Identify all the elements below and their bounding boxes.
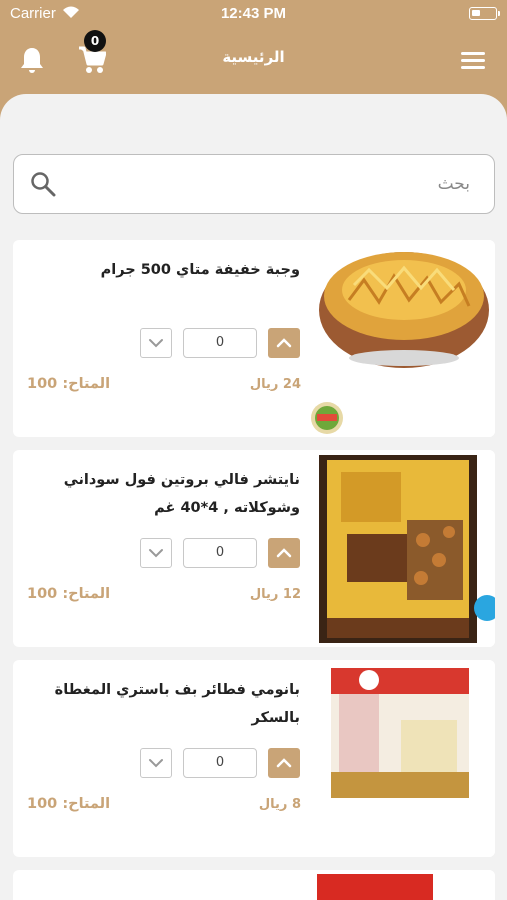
- increase-quantity-button[interactable]: [268, 538, 300, 568]
- stock-value: 100: [27, 376, 58, 392]
- stock-value: 100: [27, 586, 58, 602]
- chevron-up-icon: [276, 338, 292, 348]
- search-input[interactable]: [70, 155, 470, 212]
- product-image[interactable]: [309, 240, 495, 437]
- product-title[interactable]: وجبة خفيفة متاي 500 جرام: [33, 256, 300, 284]
- clock: 12:43 PM: [220, 5, 287, 22]
- product-card[interactable]: وجبة خفيفة متاي 500 جرام 0 24 ريال المتا…: [13, 240, 495, 437]
- quantity-field[interactable]: 0: [183, 538, 257, 568]
- product-image[interactable]: [309, 870, 495, 900]
- stock-label: المتاح:: [62, 376, 111, 392]
- page-title: الرئيسية: [222, 48, 285, 66]
- increase-quantity-button[interactable]: [268, 748, 300, 778]
- main-content: وجبة خفيفة متاي 500 جرام 0 24 ريال المتا…: [0, 94, 507, 900]
- search-bar[interactable]: [13, 154, 495, 214]
- stock-availability: المتاح: 100: [27, 796, 127, 812]
- stock-label: المتاح:: [62, 796, 111, 812]
- nav-bar: 0 الرئيسية: [0, 30, 507, 90]
- stock-availability: المتاح: 100: [27, 376, 127, 392]
- product-title[interactable]: بانومي فطائر بف باستري المغطاة بالسكر: [33, 676, 300, 732]
- status-bar: Carrier 12:43 PM: [0, 0, 507, 30]
- product-price: 24 ريال: [249, 377, 301, 392]
- battery-icon: [469, 7, 500, 20]
- decrease-quantity-button[interactable]: [140, 748, 172, 778]
- product-price: 8 ريال: [258, 797, 301, 812]
- stock-value: 100: [27, 796, 58, 812]
- increase-quantity-button[interactable]: [268, 328, 300, 358]
- product-card[interactable]: نايتشر فالي بروتين فول سوداني وشوكلاته ,…: [13, 450, 495, 647]
- quantity-field[interactable]: 0: [183, 328, 257, 358]
- product-title[interactable]: نايتشر فالي بروتين فول سوداني وشوكلاته ,…: [33, 466, 300, 522]
- decrease-quantity-button[interactable]: [140, 538, 172, 568]
- quantity-field[interactable]: 0: [183, 748, 257, 778]
- stock-label: المتاح:: [62, 586, 111, 602]
- product-image[interactable]: [309, 450, 495, 647]
- menu-icon[interactable]: [461, 52, 485, 70]
- chevron-down-icon: [149, 339, 163, 348]
- product-card[interactable]: [13, 870, 495, 900]
- search-icon[interactable]: [30, 171, 56, 197]
- chevron-up-icon: [276, 758, 292, 768]
- product-card[interactable]: بانومي فطائر بف باستري المغطاة بالسكر 0 …: [13, 660, 495, 857]
- chevron-down-icon: [149, 759, 163, 768]
- chevron-down-icon: [149, 549, 163, 558]
- product-price: 12 ريال: [249, 587, 301, 602]
- decrease-quantity-button[interactable]: [140, 328, 172, 358]
- stock-availability: المتاح: 100: [27, 586, 127, 602]
- product-image[interactable]: [309, 660, 495, 857]
- chevron-up-icon: [276, 548, 292, 558]
